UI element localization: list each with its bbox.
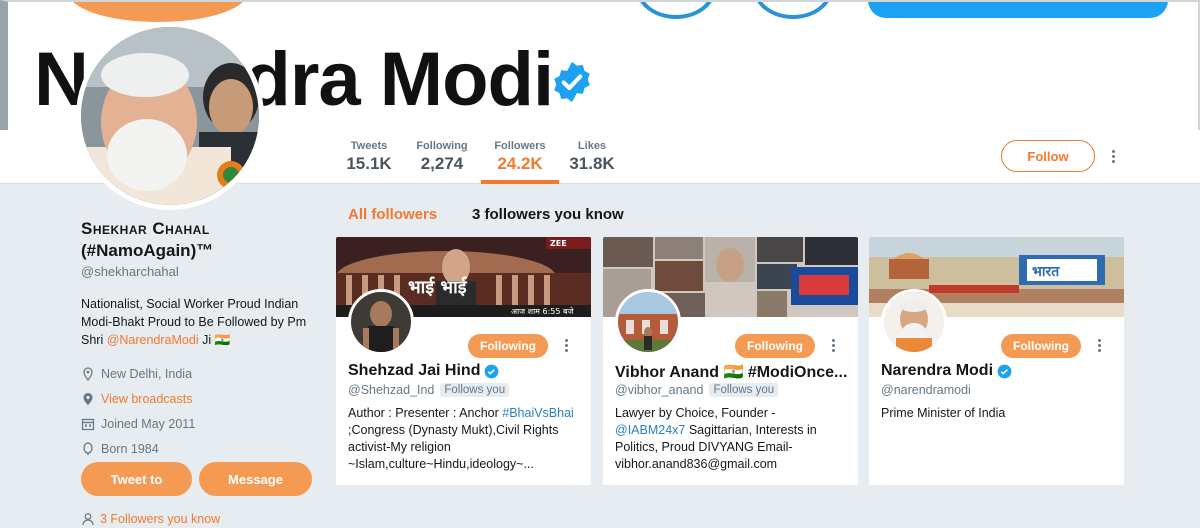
followers-you-know-link[interactable]: 3 Followers you know xyxy=(81,512,220,526)
bio-prefix: Shri xyxy=(81,333,107,347)
banner-circle-shape xyxy=(636,2,716,19)
more-options-icon[interactable] xyxy=(1112,150,1116,164)
joined-text: Joined May 2011 xyxy=(101,416,196,431)
stat-following[interactable]: Following 2,274 xyxy=(414,140,470,174)
verified-badge-icon xyxy=(485,364,499,378)
avatar-photo xyxy=(618,292,678,352)
active-tab-underline xyxy=(481,180,559,184)
tab-followers-you-know[interactable]: 3 followers you know xyxy=(472,206,624,223)
location-text: New Delhi, India xyxy=(101,366,193,381)
card-avatar[interactable] xyxy=(881,289,947,355)
born-text: Born 1984 xyxy=(101,441,159,456)
tweet-to-button[interactable]: Tweet to xyxy=(81,462,192,496)
banner-show-time: आज शाम 6:55 बजे xyxy=(511,306,575,316)
profile-meta: New Delhi, India View broadcasts Joined … xyxy=(81,361,321,461)
stat-label: Followers xyxy=(494,140,546,152)
more-options-icon[interactable] xyxy=(565,339,569,353)
bio-mention-link[interactable]: @NarendraModi xyxy=(107,333,199,347)
stat-followers[interactable]: Followers 24.2K xyxy=(490,140,550,174)
card-bio-text: Author : Presenter : Anchor xyxy=(348,406,503,420)
banner-circle-shape xyxy=(753,2,833,19)
card-handle-row: @vibhor_anand Follows you xyxy=(615,383,779,397)
broadcasts-row[interactable]: View broadcasts xyxy=(81,386,321,411)
person-icon xyxy=(82,513,94,526)
stat-value: 24.2K xyxy=(497,154,543,173)
card-name-text[interactable]: Vibhor Anand 🇮🇳 #ModiOnce... xyxy=(615,362,847,382)
profile-avatar[interactable] xyxy=(76,22,264,210)
banner-sign-text: भारत xyxy=(1032,264,1060,280)
card-avatar[interactable] xyxy=(615,289,681,355)
more-options-icon[interactable] xyxy=(832,339,836,353)
stat-label: Tweets xyxy=(350,140,388,152)
stat-label: Following xyxy=(416,140,468,152)
profile-bio: Nationalist, Social Worker Proud Indian … xyxy=(81,295,321,349)
card-name[interactable]: Shehzad Jai Hind xyxy=(348,362,499,380)
profile-name: Shekhar Chahal (#NamoAgain)™ xyxy=(81,218,321,262)
follower-card[interactable]: Following Vibhor Anand 🇮🇳 #ModiOnce... @… xyxy=(603,237,858,485)
broadcasts-link[interactable]: View broadcasts xyxy=(101,392,193,406)
joined-row: Joined May 2011 xyxy=(81,411,321,436)
verified-badge-icon xyxy=(997,364,1012,378)
banner-channel-tag: ZEE xyxy=(550,239,567,248)
followers-you-know-text[interactable]: 3 Followers you know xyxy=(100,512,220,526)
card-name[interactable]: Vibhor Anand 🇮🇳 #ModiOnce... xyxy=(615,362,847,382)
card-bio: Author : Presenter : Anchor #BhaiVsBhai … xyxy=(348,405,580,473)
card-bio: Lawyer by Choice, Founder - @IABM24x7 Sa… xyxy=(615,405,847,473)
follows-you-badge: Follows you xyxy=(440,383,510,397)
banner-pill-shape xyxy=(868,2,1168,18)
card-bio-text: Prime Minister of India xyxy=(881,406,1006,420)
profile-handle[interactable]: @shekharchahal xyxy=(81,264,321,279)
stat-value: 2,274 xyxy=(420,154,464,173)
following-button[interactable]: Following xyxy=(1001,334,1081,358)
profile-name-line1: Shekhar Chahal xyxy=(81,219,210,238)
stat-value: 15.1K xyxy=(346,154,392,173)
follows-you-badge: Follows you xyxy=(709,383,779,397)
bio-line1: Nationalist, Social Worker Proud Indian xyxy=(81,297,299,311)
card-bio-hashtag[interactable]: #BhaiVsBhai xyxy=(502,406,574,420)
avatar-photo xyxy=(351,292,411,352)
banner-orange-shape xyxy=(68,2,248,22)
verified-badge-icon xyxy=(554,61,590,103)
follow-button[interactable]: Follow xyxy=(1001,140,1095,172)
stat-label: Likes xyxy=(577,140,607,152)
follower-card[interactable]: ZEE भाई भाई आज शाम 6:55 बजे Following Sh… xyxy=(336,237,591,485)
bio-suffix: Ji 🇮🇳 xyxy=(198,333,231,347)
card-bio: Prime Minister of India xyxy=(881,405,1113,422)
stat-tweets[interactable]: Tweets 15.1K xyxy=(346,140,392,174)
card-handle-row: @Shehzad_Ind Follows you xyxy=(348,383,510,397)
avatar-photo xyxy=(884,292,944,352)
follower-card[interactable]: भारत Following Narendra Modi @narendramo… xyxy=(869,237,1124,485)
card-handle[interactable]: @narendramodi xyxy=(881,383,971,397)
profile-name-line2: (#NamoAgain)™ xyxy=(81,241,214,260)
card-handle[interactable]: @Shehzad_Ind xyxy=(348,383,434,397)
periscope-icon xyxy=(83,392,93,405)
card-name[interactable]: Narendra Modi xyxy=(881,362,1012,380)
card-bio-text: Lawyer by Choice, Founder - xyxy=(615,406,776,420)
more-options-icon[interactable] xyxy=(1098,339,1102,353)
tab-all-followers[interactable]: All followers xyxy=(348,206,437,223)
banner-show-title: भाई भाई xyxy=(408,276,468,298)
bio-line2: Modi-Bhakt Proud to Be Followed by Pm xyxy=(81,315,307,329)
card-avatar[interactable] xyxy=(348,289,414,355)
message-button[interactable]: Message xyxy=(199,462,312,496)
card-handle[interactable]: @vibhor_anand xyxy=(615,383,703,397)
profile-sidebar: Shekhar Chahal (#NamoAgain)™ @shekharcha… xyxy=(81,218,321,461)
stat-value: 31.8K xyxy=(569,154,615,173)
location-pin-icon xyxy=(83,366,93,381)
following-button[interactable]: Following xyxy=(735,334,815,358)
card-name-text[interactable]: Shehzad Jai Hind xyxy=(348,362,480,380)
card-bio-mention[interactable]: @IABM24x7 xyxy=(615,423,685,437)
born-row: Born 1984 xyxy=(81,436,321,461)
stat-likes[interactable]: Likes 31.8K xyxy=(566,140,618,174)
location-row: New Delhi, India xyxy=(81,361,321,386)
following-button[interactable]: Following xyxy=(468,334,548,358)
card-name-text[interactable]: Narendra Modi xyxy=(881,362,993,380)
card-handle-row: @narendramodi xyxy=(881,383,971,397)
card-bio-text: ;Congress (Dynasty Mukt),Civil Rights ac… xyxy=(348,423,559,471)
balloon-icon xyxy=(83,441,93,455)
calendar-icon xyxy=(81,418,95,430)
